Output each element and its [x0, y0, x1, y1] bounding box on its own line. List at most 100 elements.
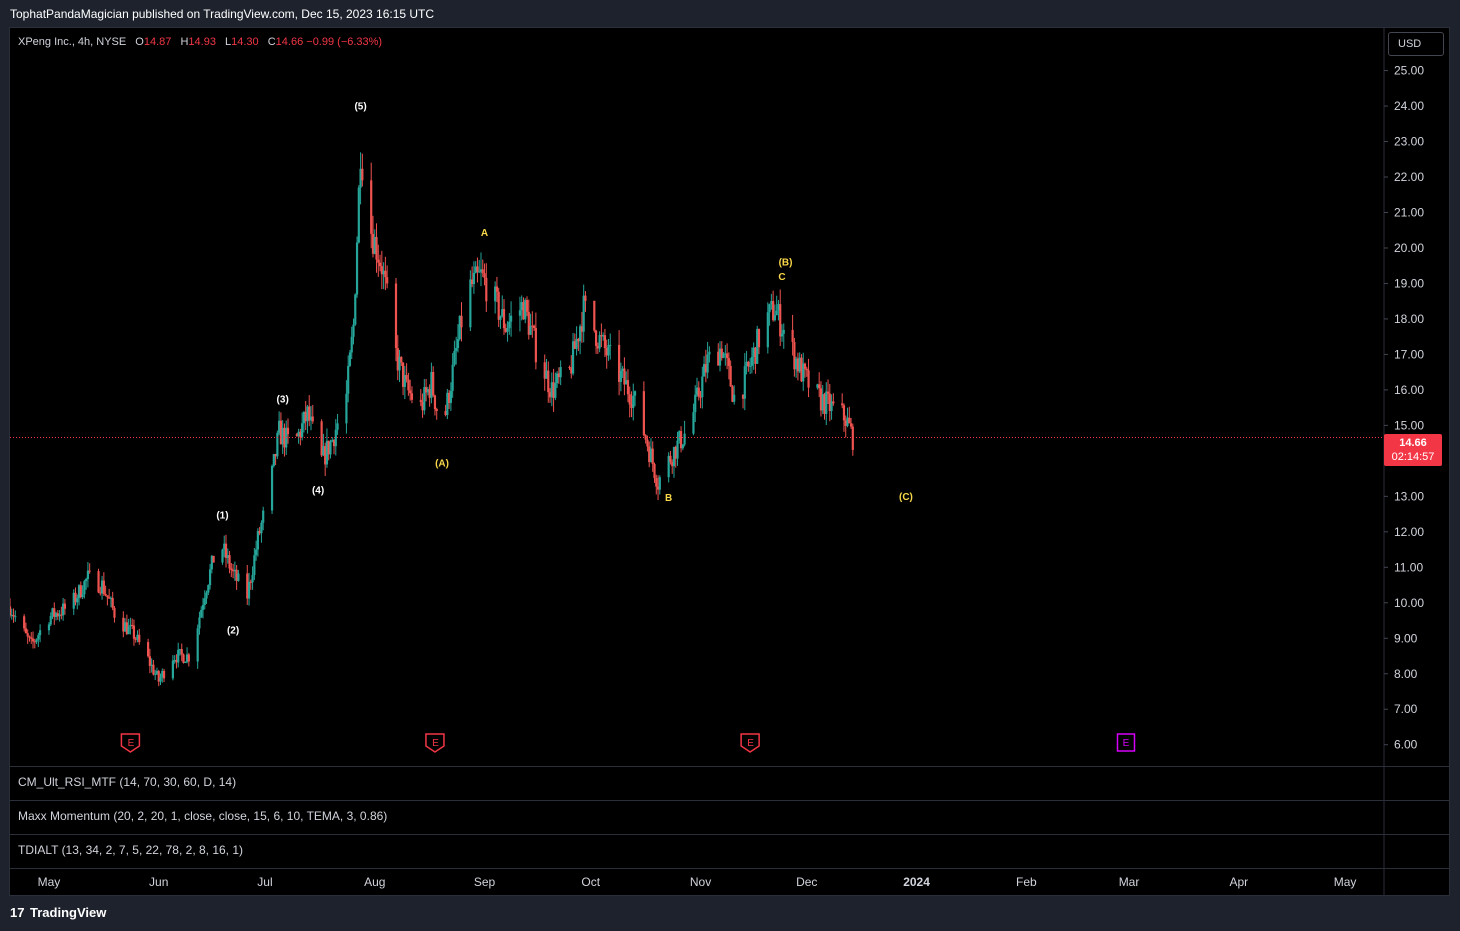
candle-body [12, 614, 15, 617]
candle-body [253, 555, 256, 576]
candle-body [409, 390, 412, 394]
symbol-title[interactable]: XPeng Inc., 4h, NYSE [18, 36, 126, 48]
y-tick-label: 6.00 [1394, 738, 1418, 752]
y-tick-label: 24.00 [1394, 99, 1424, 113]
candle-body [375, 236, 378, 260]
candle-body [378, 262, 382, 267]
candle-body [384, 270, 387, 278]
candle-body [848, 417, 851, 424]
candle-body [14, 616, 17, 618]
candle-body [138, 634, 141, 643]
x-tick-label: 2024 [903, 875, 930, 889]
x-tick-label: Sep [474, 875, 496, 889]
candle-body [334, 429, 337, 447]
candle-body [626, 380, 630, 395]
candle-body [212, 555, 215, 563]
candle-body [262, 510, 265, 523]
candle-body [81, 594, 84, 598]
y-tick-label: 12.00 [1394, 525, 1424, 539]
candle-body [221, 549, 224, 563]
candle-body [184, 661, 187, 663]
candle-body [352, 324, 355, 337]
candle-body [766, 312, 769, 348]
candle-body [35, 639, 38, 642]
candle-body [357, 187, 360, 243]
candle-body [692, 412, 695, 434]
candle-body [97, 571, 100, 593]
candle-body [582, 295, 585, 332]
candle-body [329, 441, 332, 455]
candle-body [533, 325, 536, 329]
candle-body [405, 375, 408, 380]
indicator-rsi-label[interactable]: CM_Ult_RSI_MTF (14, 70, 30, 60, D, 14) [18, 775, 236, 789]
candle-body [111, 597, 114, 608]
candle-body [350, 336, 353, 353]
candle-body [598, 335, 601, 349]
candle-body [646, 439, 649, 447]
candle-body [529, 325, 532, 335]
candle-body [534, 328, 537, 363]
wave-label: (1) [216, 510, 228, 521]
candle-body [83, 581, 86, 595]
candle-body [619, 370, 622, 382]
candle-body [483, 273, 486, 278]
candle-body [554, 382, 557, 398]
candle-body [37, 635, 40, 640]
indicator-tdi-label[interactable]: TDIALT (13, 34, 2, 7, 5, 22, 78, 2, 8, 1… [18, 843, 243, 857]
candle-body [432, 372, 435, 396]
currency-button[interactable]: USD [1388, 32, 1444, 56]
tradingview-logo-icon: 17 [10, 905, 25, 920]
x-tick-label: Mar [1119, 875, 1140, 889]
candle-body [509, 315, 513, 322]
candle-body [603, 335, 607, 349]
candle-body [433, 395, 437, 409]
candle-body [842, 405, 846, 421]
candle-body [683, 433, 686, 445]
wave-label: A [481, 228, 488, 239]
y-tick-label: 19.00 [1394, 276, 1424, 290]
candle-body [453, 351, 456, 365]
candle-body [508, 321, 511, 329]
candle-body [818, 384, 821, 389]
candle-body [706, 354, 709, 373]
candle-body [497, 291, 500, 320]
y-tick-label: 17.00 [1394, 347, 1424, 361]
candle-body [88, 570, 91, 572]
candle-body [701, 376, 704, 398]
indicator-momentum-label[interactable]: Maxx Momentum (20, 2, 20, 1, close, clos… [18, 809, 387, 823]
candle-body [355, 242, 359, 295]
candle-body [451, 364, 454, 391]
candle-body [593, 300, 596, 331]
candle-body [198, 617, 201, 629]
candle-body [152, 664, 155, 675]
candle-body [28, 636, 31, 638]
candle-body [228, 555, 231, 569]
x-tick-label: May [38, 875, 61, 889]
chart-container[interactable]: 6.007.008.009.0010.0011.0012.0013.0014.0… [9, 27, 1450, 896]
y-tick-label: 20.00 [1394, 241, 1424, 255]
candle-body [476, 266, 479, 272]
candle-body [849, 423, 853, 427]
close-label: C [267, 36, 276, 48]
candle-body [676, 440, 679, 459]
candle-body [132, 625, 136, 639]
candle-body [435, 408, 438, 412]
candle-body [187, 654, 190, 662]
tradingview-brand[interactable]: 17 TradingView [10, 905, 106, 920]
candle-body [757, 329, 761, 348]
candle-body [370, 180, 373, 234]
candle-body [633, 391, 637, 396]
chart-canvas[interactable]: 6.007.008.009.0010.0011.0012.0013.0014.0… [10, 28, 1449, 895]
y-tick-label: 25.00 [1394, 64, 1424, 78]
published-by-text: TophatPandaMagician published on Trading… [10, 7, 435, 21]
candle-body [727, 358, 730, 366]
candle-body [768, 304, 771, 313]
candle-body [694, 394, 697, 413]
candle-body [653, 464, 656, 479]
candle-body [478, 271, 481, 273]
candle-body [394, 283, 398, 349]
bar-countdown: 02:14:57 [1391, 451, 1435, 463]
candle-body [773, 315, 777, 321]
candle-body [708, 351, 711, 355]
candle-body [106, 595, 109, 598]
